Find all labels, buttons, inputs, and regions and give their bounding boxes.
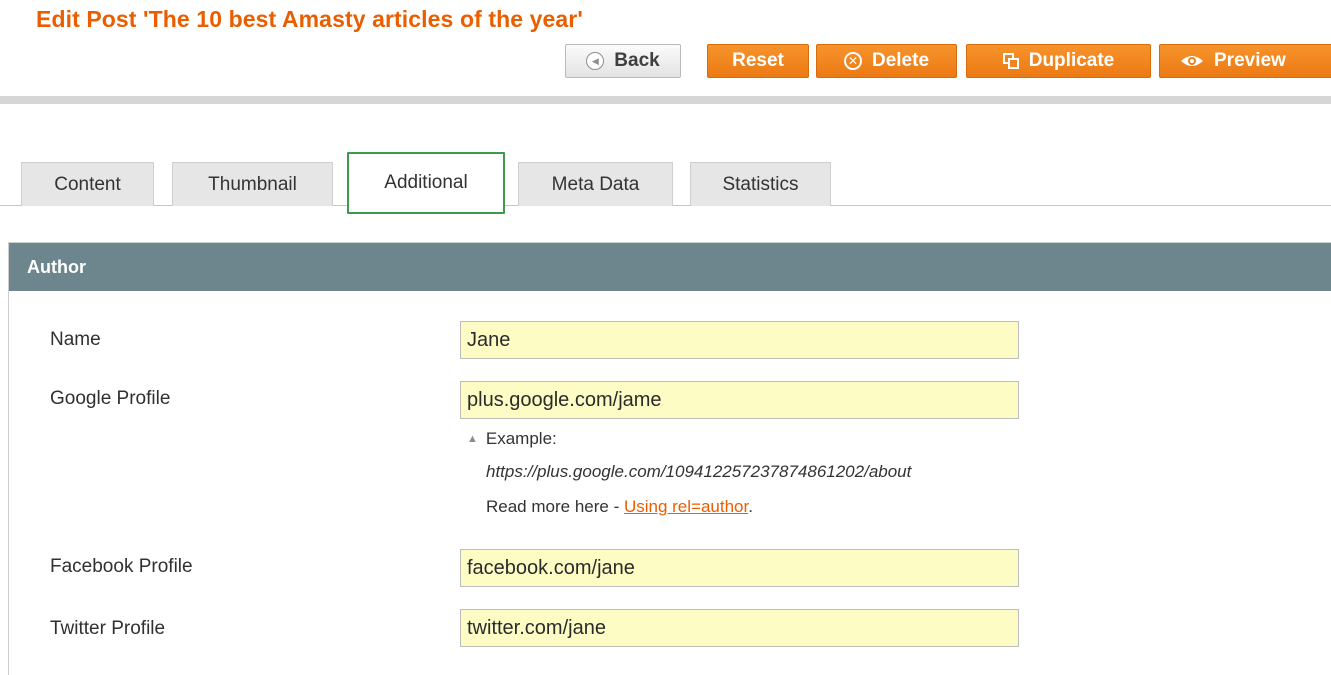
rel-author-link[interactable]: Using rel=author (624, 497, 748, 516)
tab-content-label: Content (54, 173, 121, 195)
note-read-more: Read more here - Using rel=author. (486, 497, 753, 517)
note-read-more-text: Read more here - (486, 497, 624, 516)
facebook-profile-field[interactable] (460, 549, 1019, 587)
action-toolbar: ◀ Back Reset ✕ Delete Duplicate Preview (0, 44, 1331, 80)
tab-thumbnail[interactable]: Thumbnail (172, 162, 333, 206)
delete-button-label: Delete (871, 50, 930, 71)
note-example-url: https://plus.google.com/1094122572378748… (486, 462, 912, 481)
tab-additional-label: Additional (384, 172, 468, 193)
author-section-header: Author (9, 243, 1331, 291)
author-fieldset: Author Name Google Profile ▲ Example: htt… (8, 242, 1331, 675)
duplicate-button[interactable]: Duplicate (966, 44, 1151, 78)
tab-meta-data-label: Meta Data (551, 173, 640, 195)
note-period: . (748, 497, 753, 516)
edit-post-page: Edit Post 'The 10 best Amasty articles o… (0, 0, 1331, 675)
duplicate-button-label: Duplicate (1028, 50, 1115, 71)
twitter-profile-field[interactable] (460, 609, 1019, 647)
tab-additional[interactable]: Additional (347, 152, 505, 214)
name-field[interactable] (460, 321, 1019, 359)
duplicate-icon (1002, 53, 1019, 69)
tab-content[interactable]: Content (21, 162, 154, 206)
google-profile-label: Google Profile (50, 388, 171, 409)
page-title: Edit Post 'The 10 best Amasty articles o… (36, 6, 583, 32)
preview-button-label: Preview (1214, 50, 1286, 71)
twitter-profile-label: Twitter Profile (50, 618, 166, 639)
tab-thumbnail-label: Thumbnail (208, 173, 297, 195)
facebook-profile-label: Facebook Profile (50, 556, 193, 577)
back-button-label: Back (614, 50, 660, 71)
preview-button[interactable]: Preview (1159, 44, 1331, 78)
tab-statistics[interactable]: Statistics (690, 162, 831, 206)
section-title: Author (27, 256, 86, 277)
back-button[interactable]: ◀ Back (565, 44, 681, 78)
note-triangle-icon: ▲ (467, 433, 478, 445)
reset-button[interactable]: Reset (707, 44, 809, 78)
google-profile-note: ▲ Example: (467, 429, 557, 449)
google-profile-field[interactable] (460, 381, 1019, 419)
tab-meta-data[interactable]: Meta Data (518, 162, 673, 206)
header-divider (0, 96, 1331, 104)
back-arrow-icon: ◀ (586, 52, 605, 70)
delete-x-icon: ✕ (843, 52, 862, 70)
name-label: Name (50, 329, 101, 350)
delete-button[interactable]: ✕ Delete (816, 44, 957, 78)
tab-statistics-label: Statistics (722, 173, 799, 195)
note-example-label: Example: (485, 429, 557, 448)
reset-button-label: Reset (732, 50, 784, 71)
eye-icon (1180, 53, 1204, 69)
